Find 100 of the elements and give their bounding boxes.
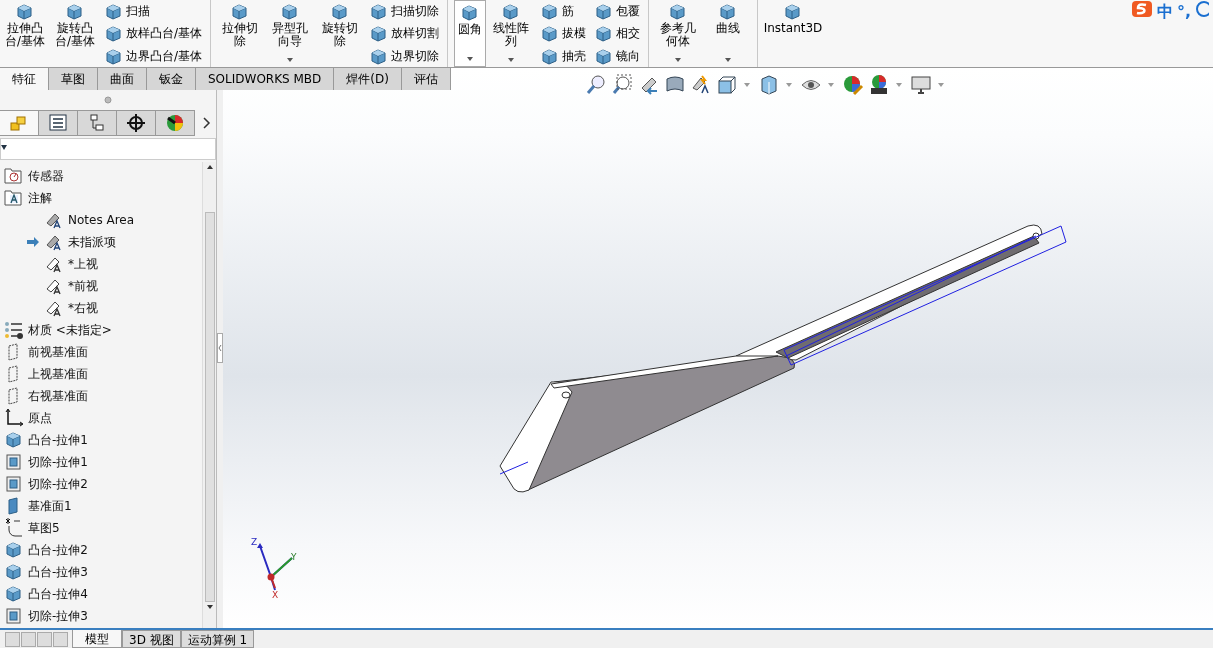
cube-icon bbox=[104, 24, 122, 43]
cut-icon[interactable] bbox=[4, 474, 24, 494]
tree-item[interactable]: 凸台-拉伸3 bbox=[28, 563, 88, 581]
tree-item[interactable]: 右视基准面 bbox=[28, 387, 88, 405]
axis-label: Y bbox=[291, 552, 297, 562]
cube-icon[interactable] bbox=[4, 540, 24, 560]
caret-icon[interactable] bbox=[467, 57, 474, 61]
splitter-handle[interactable] bbox=[217, 333, 223, 363]
ribbon-button[interactable]: 拉伸凸台/基体 bbox=[2, 22, 48, 48]
tree-item[interactable]: 草图5 bbox=[28, 519, 60, 537]
cube-icon bbox=[104, 2, 122, 21]
ribbon-button[interactable]: 放样凸台/基体 bbox=[104, 23, 203, 44]
annotation-folder-icon[interactable] bbox=[4, 188, 24, 208]
panel-tab[interactable] bbox=[38, 110, 78, 136]
tree-item[interactable]: 传感器 bbox=[28, 167, 64, 185]
cut-icon[interactable] bbox=[4, 606, 24, 626]
ribbon-button[interactable]: 曲线 bbox=[716, 22, 741, 35]
ribbon-button[interactable]: 旋转切除 bbox=[317, 22, 364, 48]
tree-item[interactable]: 凸台-拉伸1 bbox=[28, 431, 88, 449]
command-tab[interactable]: 钣金 bbox=[147, 68, 196, 90]
cube-icon[interactable] bbox=[4, 584, 24, 604]
ribbon-button[interactable]: 参考几何体 bbox=[655, 22, 702, 48]
ribbon-button[interactable]: 放样切割 bbox=[369, 23, 440, 44]
origin-icon[interactable] bbox=[4, 408, 24, 428]
ribbon-button[interactable]: 旋转凸台/基体 bbox=[52, 22, 98, 48]
bottom-tab[interactable]: 模型 bbox=[72, 630, 122, 648]
ime-punctuation[interactable]: °, bbox=[1176, 0, 1191, 24]
tree-item[interactable]: 材质 <未指定> bbox=[28, 321, 112, 339]
caret-icon[interactable] bbox=[725, 58, 732, 62]
cube-icon bbox=[540, 24, 559, 43]
ime-logo-icon[interactable] bbox=[1130, 0, 1153, 18]
appearance-icon[interactable] bbox=[842, 74, 864, 96]
tree-item[interactable]: 切除-拉伸2 bbox=[28, 475, 88, 493]
axis-label: X bbox=[272, 590, 279, 600]
cube-icon[interactable] bbox=[4, 562, 24, 582]
ribbon-button[interactable]: 边界凸台/基体 bbox=[104, 45, 203, 66]
command-tab[interactable]: 草图 bbox=[49, 68, 98, 90]
caret-icon[interactable] bbox=[287, 58, 294, 62]
ribbon-button[interactable]: 圆角 bbox=[458, 23, 483, 36]
tree-item[interactable]: 基准面1 bbox=[28, 497, 72, 515]
ribbon-button[interactable]: 抽壳 bbox=[540, 45, 587, 66]
tree-item[interactable]: 上视基准面 bbox=[28, 365, 88, 383]
material-list-icon[interactable] bbox=[4, 320, 24, 340]
ribbon-button[interactable]: 拉伸切除 bbox=[217, 22, 264, 48]
command-tab[interactable]: 焊件(D) bbox=[334, 68, 402, 90]
cut-icon[interactable] bbox=[4, 452, 24, 472]
tree-item[interactable]: 前视基准面 bbox=[28, 343, 88, 361]
zoom-area-icon[interactable] bbox=[612, 74, 634, 96]
ribbon-button[interactable]: 拔模 bbox=[540, 23, 587, 44]
monitor-icon[interactable] bbox=[910, 74, 932, 96]
ribbon-button[interactable]: 镜向 bbox=[594, 45, 641, 66]
cube-icon[interactable] bbox=[4, 430, 24, 450]
tree-item[interactable]: 原点 bbox=[28, 409, 52, 427]
cube-icon bbox=[594, 24, 613, 43]
part-drawing[interactable] bbox=[499, 224, 1067, 493]
scrollbar-thumb[interactable] bbox=[204, 212, 215, 602]
grip-icon[interactable] bbox=[104, 96, 112, 104]
tree-item[interactable]: 未指派项 bbox=[68, 233, 116, 251]
magnifier-icon[interactable] bbox=[586, 74, 608, 96]
cube-icon[interactable] bbox=[758, 74, 780, 96]
ribbon-button[interactable]: 扫描切除 bbox=[369, 1, 440, 22]
caret-icon[interactable] bbox=[675, 58, 682, 62]
ribbon-button[interactable]: 边界切除 bbox=[369, 45, 440, 66]
axis-label: Z bbox=[251, 537, 258, 547]
bottom-tab[interactable]: 3D 视图 bbox=[122, 630, 181, 648]
panel-tab[interactable] bbox=[116, 110, 156, 136]
cube-icon[interactable] bbox=[716, 74, 738, 96]
tree-icon bbox=[87, 113, 107, 133]
chevron-right-icon[interactable] bbox=[202, 116, 212, 130]
tree-item[interactable]: *前视 bbox=[68, 277, 98, 295]
filter-field[interactable] bbox=[0, 138, 216, 160]
sketch-icon[interactable] bbox=[4, 518, 24, 538]
ribbon-button[interactable]: 异型孔向导 bbox=[267, 22, 314, 48]
tree-item[interactable]: 注解 bbox=[28, 189, 52, 207]
panel-tab[interactable] bbox=[155, 110, 195, 136]
caret-icon[interactable] bbox=[508, 58, 515, 62]
tree-item[interactable]: 凸台-拉伸2 bbox=[28, 541, 88, 559]
tree-item[interactable]: 凸台-拉伸4 bbox=[28, 585, 88, 603]
ribbon-button[interactable]: 相交 bbox=[594, 23, 641, 44]
command-tab[interactable]: 曲面 bbox=[98, 68, 147, 90]
tree-item[interactable]: *上视 bbox=[68, 255, 98, 273]
cube-icon bbox=[65, 2, 85, 22]
tree-item[interactable]: 切除-拉伸1 bbox=[28, 453, 88, 471]
ribbon-button[interactable]: 包覆 bbox=[594, 1, 641, 22]
ribbon-button[interactable]: 扫描 bbox=[104, 1, 203, 22]
command-tab[interactable]: 评估 bbox=[401, 68, 451, 90]
ime-mode[interactable]: 中 bbox=[1156, 0, 1173, 24]
scrollbar[interactable] bbox=[202, 162, 216, 628]
ribbon-button[interactable]: 线性阵列 bbox=[488, 22, 535, 48]
tree-item[interactable]: *右视 bbox=[68, 299, 98, 317]
tree-item[interactable]: 切除-拉伸3 bbox=[28, 607, 88, 625]
ribbon-button[interactable]: 筋 bbox=[540, 1, 587, 22]
command-tab[interactable]: 特征 bbox=[0, 68, 49, 90]
scene-icon[interactable] bbox=[868, 74, 890, 96]
cube-icon bbox=[594, 2, 613, 21]
ribbon-button[interactable]: Instant3D bbox=[763, 22, 823, 35]
tree-item[interactable]: Notes Area bbox=[68, 211, 135, 229]
command-tab[interactable]: SOLIDWORKS MBD bbox=[196, 68, 335, 90]
bottom-tab[interactable]: 运动算例 1 bbox=[180, 630, 255, 648]
sensor-folder-icon[interactable] bbox=[4, 166, 24, 186]
